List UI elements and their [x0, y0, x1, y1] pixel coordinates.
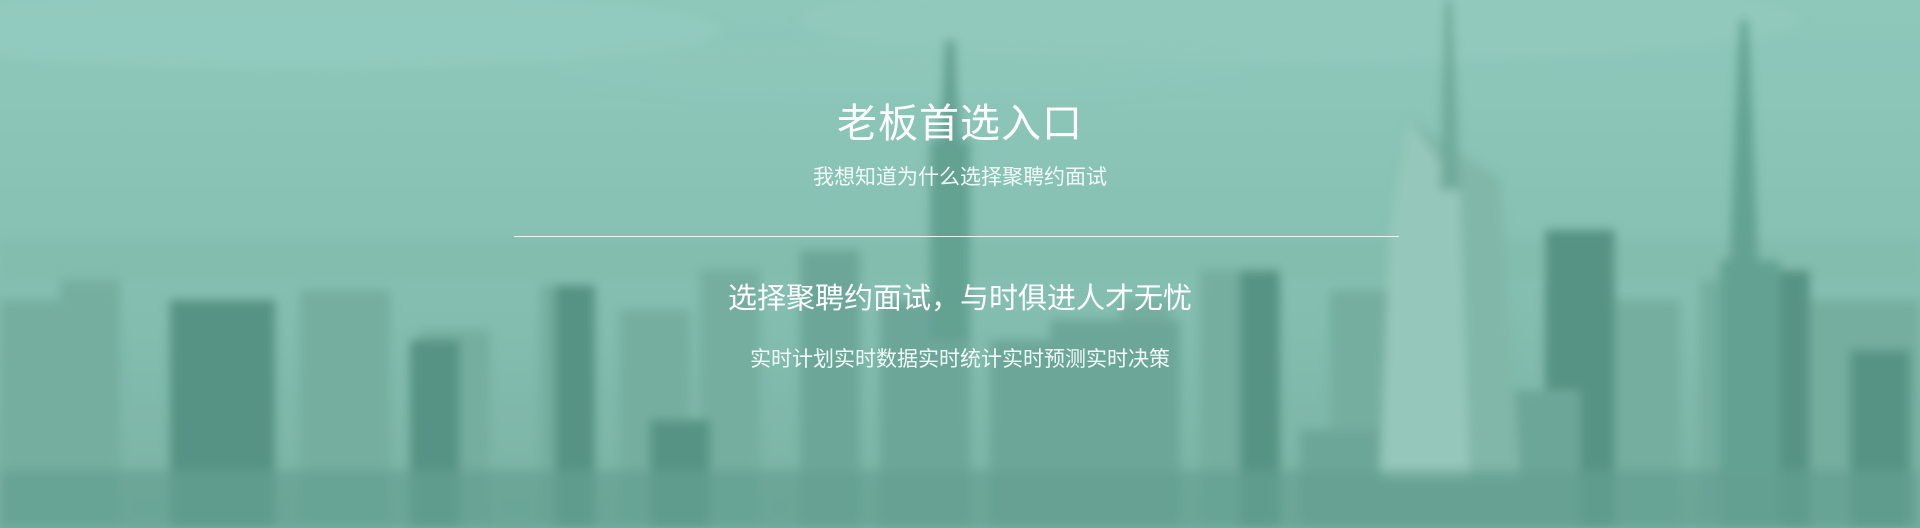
- hero-headline: 选择聚聘约面试，与时俱进人才无忧: [727, 281, 1192, 315]
- hero-content: 老板首选入口 我想知道为什么选择聚聘约面试 选择聚聘约面试，与时俱进人才无忧 实…: [0, 0, 1920, 528]
- hero-subtitle: 我想知道为什么选择聚聘约面试: [813, 165, 1107, 189]
- hero-tagline: 实时计划实时数据实时统计实时预测实时决策: [750, 347, 1170, 371]
- divider: [514, 236, 1399, 237]
- hero-title: 老板首选入口: [837, 101, 1083, 147]
- hero-banner: 老板首选入口 我想知道为什么选择聚聘约面试 选择聚聘约面试，与时俱进人才无忧 实…: [0, 0, 1920, 528]
